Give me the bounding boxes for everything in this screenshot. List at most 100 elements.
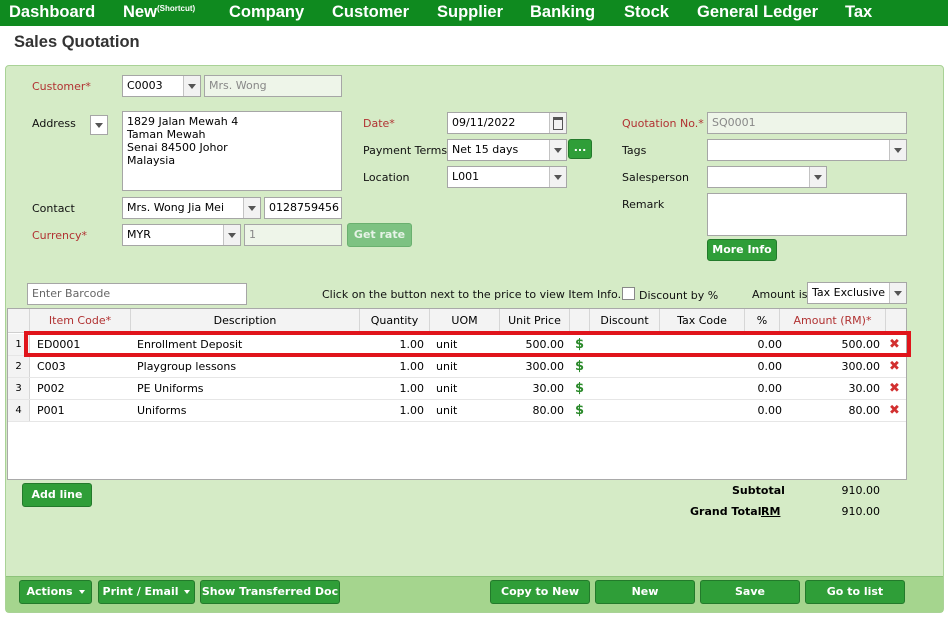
cell-description[interactable]: PE Uniforms	[137, 378, 204, 399]
cell-item-code[interactable]: P002	[37, 378, 65, 399]
nav-customer[interactable]: Customer	[332, 3, 409, 22]
payment-terms-select[interactable]: Net 15 days	[447, 139, 567, 161]
customer-code-value: C0003	[127, 79, 163, 92]
customer-code-select[interactable]: C0003	[122, 75, 201, 97]
nav-new-shortcut: (Shortcut)	[156, 4, 196, 13]
discount-by-percent-checkbox[interactable]	[622, 287, 635, 300]
salesperson-select[interactable]	[707, 166, 827, 188]
nav-stock[interactable]: Stock	[624, 3, 669, 22]
grand-total-currency-link[interactable]: RM	[761, 505, 780, 518]
table-row[interactable]: 2 C003 Playgroup lessons 1.00 unit 300.0…	[8, 356, 906, 378]
cell-uom[interactable]: unit	[436, 378, 457, 399]
nav-dashboard[interactable]: Dashboard	[9, 3, 95, 22]
customer-name-value: Mrs. Wong	[209, 79, 267, 92]
discount-by-percent-label: Discount by %	[639, 289, 719, 302]
cell-unit-price[interactable]: 300.00	[500, 356, 565, 377]
date-field[interactable]: 09/11/2022	[447, 112, 567, 134]
header-unit-price[interactable]: Unit Price	[500, 309, 570, 333]
cell-item-code[interactable]: P001	[37, 400, 65, 421]
nav-general-ledger[interactable]: General Ledger	[697, 3, 818, 22]
cell-uom[interactable]: unit	[436, 400, 457, 421]
copy-to-new-button[interactable]: Copy to New	[490, 580, 590, 604]
cell-amount[interactable]: 300.00	[780, 356, 881, 377]
cell-quantity[interactable]: 1.00	[360, 400, 425, 421]
nav-supplier[interactable]: Supplier	[437, 3, 503, 22]
barcode-input[interactable]: Enter Barcode	[27, 283, 247, 305]
cell-unit-price[interactable]: 30.00	[500, 378, 565, 399]
currency-rate-field[interactable]: 1	[244, 224, 342, 246]
quotation-no-field[interactable]: SQ0001	[707, 112, 907, 134]
grid-header: Item Code* Description Quantity UOM Unit…	[8, 309, 906, 333]
more-info-button[interactable]: More Info	[707, 239, 777, 261]
top-nav: Dashboard New(Shortcut) Company Customer…	[0, 0, 948, 26]
contact-phone-field[interactable]: 0128759456	[264, 197, 342, 219]
get-rate-button[interactable]: Get rate	[347, 223, 412, 247]
address-textarea[interactable]: 1829 Jalan Mewah 4 Taman Mewah Senai 845…	[122, 111, 342, 191]
address-select-dropdown[interactable]	[90, 115, 108, 135]
save-button[interactable]: Save	[700, 580, 800, 604]
actions-button[interactable]: Actions	[19, 580, 92, 604]
contact-phone-value: 0128759456	[269, 201, 339, 214]
new-button[interactable]: New	[595, 580, 695, 604]
calendar-icon[interactable]	[549, 113, 566, 133]
chevron-down-icon[interactable]	[889, 140, 906, 160]
currency-select[interactable]: MYR	[122, 224, 241, 246]
customer-name-field[interactable]: Mrs. Wong	[204, 75, 342, 97]
cell-amount[interactable]: 30.00	[780, 378, 881, 399]
cell-unit-price[interactable]: 80.00	[500, 400, 565, 421]
chevron-down-icon[interactable]	[183, 76, 200, 96]
print-email-button[interactable]: Print / Email	[98, 580, 195, 604]
grand-total-value: 910.00	[841, 505, 881, 518]
chevron-down-icon[interactable]	[809, 167, 826, 187]
chevron-down-icon[interactable]	[549, 167, 566, 187]
header-percent[interactable]: %	[745, 309, 780, 333]
table-row[interactable]: 3 P002 PE Uniforms 1.00 unit 30.00 $ 0.0…	[8, 378, 906, 400]
amount-is-select[interactable]: Tax Exclusive	[807, 282, 907, 304]
chevron-down-icon[interactable]	[889, 283, 906, 303]
chevron-down-icon[interactable]	[243, 198, 260, 218]
nav-new[interactable]: New(Shortcut)	[123, 3, 195, 22]
go-to-list-button[interactable]: Go to list	[805, 580, 905, 604]
header-description[interactable]: Description	[131, 309, 360, 333]
dollar-icon[interactable]: $	[575, 378, 584, 399]
nav-tax[interactable]: Tax	[845, 3, 872, 22]
address-label: Address	[32, 117, 76, 130]
dollar-icon[interactable]: $	[575, 400, 584, 421]
header-discount[interactable]: Discount	[590, 309, 660, 333]
payment-terms-more-button[interactable]: ...	[568, 139, 592, 159]
nav-company[interactable]: Company	[229, 3, 304, 22]
print-email-label: Print / Email	[102, 585, 179, 598]
dollar-icon[interactable]: $	[575, 356, 584, 377]
table-row[interactable]: 4 P001 Uniforms 1.00 unit 80.00 $ 0.00 8…	[8, 400, 906, 422]
add-line-button[interactable]: Add line	[22, 483, 92, 507]
delete-row-icon[interactable]: ✖	[889, 378, 900, 399]
header-info	[570, 309, 590, 333]
contact-select[interactable]: Mrs. Wong Jia Mei	[122, 197, 261, 219]
cell-percent[interactable]: 0.00	[745, 378, 783, 399]
subtotal-value: 910.00	[841, 484, 881, 497]
remark-textarea[interactable]	[707, 193, 907, 236]
chevron-down-icon[interactable]	[549, 140, 566, 160]
delete-row-icon[interactable]: ✖	[889, 400, 900, 421]
cell-percent[interactable]: 0.00	[745, 356, 783, 377]
location-select[interactable]: L001	[447, 166, 567, 188]
cell-uom[interactable]: unit	[436, 356, 457, 377]
header-quantity[interactable]: Quantity	[360, 309, 430, 333]
cell-quantity[interactable]: 1.00	[360, 356, 425, 377]
cell-description[interactable]: Playgroup lessons	[137, 356, 236, 377]
cell-amount[interactable]: 80.00	[780, 400, 881, 421]
nav-banking[interactable]: Banking	[530, 3, 595, 22]
show-transferred-doc-button[interactable]: Show Transferred Doc	[200, 580, 340, 604]
header-amount[interactable]: Amount (RM)*	[780, 309, 886, 333]
header-tax-code[interactable]: Tax Code	[660, 309, 745, 333]
delete-row-icon[interactable]: ✖	[889, 356, 900, 377]
header-uom[interactable]: UOM	[430, 309, 500, 333]
cell-item-code[interactable]: C003	[37, 356, 66, 377]
tags-select[interactable]	[707, 139, 907, 161]
contact-name-value: Mrs. Wong Jia Mei	[127, 201, 225, 214]
cell-percent[interactable]: 0.00	[745, 400, 783, 421]
cell-quantity[interactable]: 1.00	[360, 378, 425, 399]
chevron-down-icon[interactable]	[223, 225, 240, 245]
header-item-code[interactable]: Item Code*	[30, 309, 131, 333]
cell-description[interactable]: Uniforms	[137, 400, 186, 421]
